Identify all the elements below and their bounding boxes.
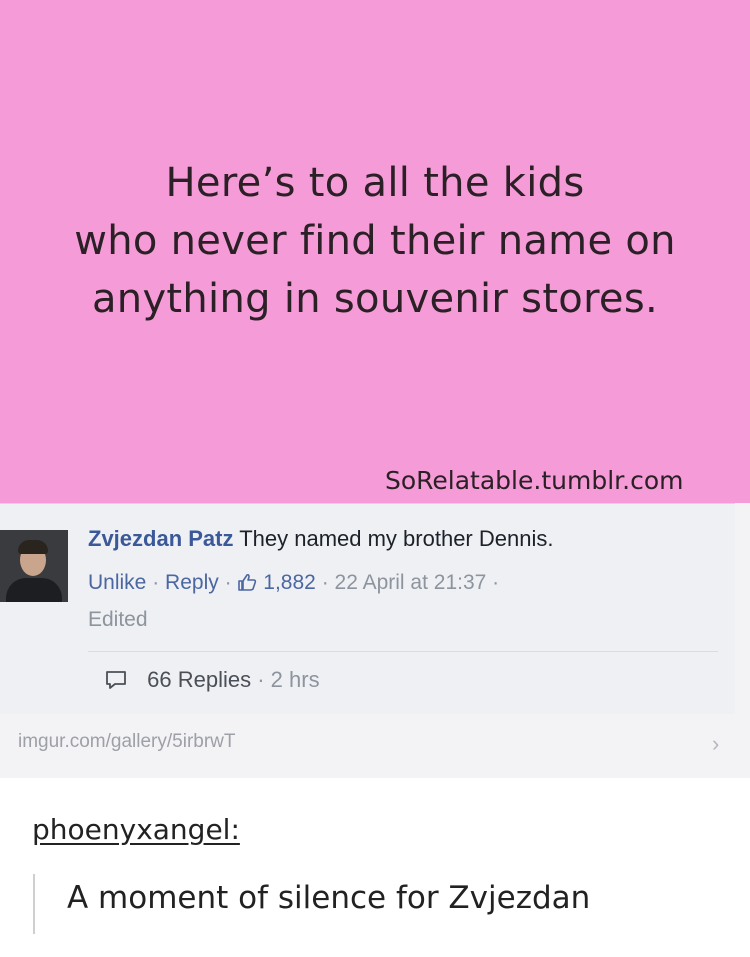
- quote-line-1: Here’s to all the kids: [165, 160, 585, 206]
- quote-bar: [33, 874, 35, 934]
- quote-line-2: who never find their name on: [74, 218, 676, 264]
- comment-screenshot: Zvjezdan Patz They named my brother Denn…: [0, 503, 750, 778]
- divider: [88, 651, 718, 652]
- comment-text: They named my brother Dennis.: [239, 526, 554, 551]
- comment-line: Zvjezdan Patz They named my brother Denn…: [88, 526, 553, 552]
- speech-bubble-icon: [105, 670, 127, 696]
- comment-actions: Unlike · Reply · 1,882 · 22 April at 21:…: [88, 571, 499, 597]
- replies-count: 66 Replies: [147, 667, 252, 692]
- quote-image: Here’s to all the kids who never find th…: [0, 0, 750, 503]
- avatar-hair: [18, 540, 48, 554]
- reblog-comment: A moment of silence for Zvjezdan: [67, 880, 591, 916]
- replies-time: 2 hrs: [270, 667, 320, 692]
- comment-date[interactable]: 22 April at 21:37: [335, 571, 487, 594]
- like-count[interactable]: 1,882: [263, 571, 316, 594]
- comment-author[interactable]: Zvjezdan Patz: [88, 526, 233, 551]
- separator: ·: [224, 571, 232, 594]
- avatar-shirt: [6, 578, 62, 602]
- replies-link[interactable]: 66 Replies · 2 hrs: [105, 667, 320, 696]
- separator: ·: [321, 571, 329, 594]
- chevron-right-icon[interactable]: ›: [712, 731, 719, 757]
- separator: ·: [492, 571, 500, 594]
- separator: ·: [152, 571, 160, 594]
- watermark: SoRelatable.tumblr.com: [385, 466, 684, 495]
- reblog-username[interactable]: phoenyxangel:: [32, 813, 240, 846]
- comment-box: Zvjezdan Patz They named my brother Denn…: [0, 503, 735, 714]
- source-link[interactable]: imgur.com/gallery/5irbrwT: [18, 731, 236, 753]
- unlike-link[interactable]: Unlike: [88, 571, 146, 594]
- quote-line-3: anything in souvenir stores.: [91, 276, 659, 322]
- separator: ·: [257, 667, 265, 692]
- thumbs-up-icon: [237, 573, 257, 597]
- edited-label[interactable]: Edited: [88, 608, 148, 632]
- avatar[interactable]: [0, 530, 68, 602]
- reply-link[interactable]: Reply: [165, 571, 219, 594]
